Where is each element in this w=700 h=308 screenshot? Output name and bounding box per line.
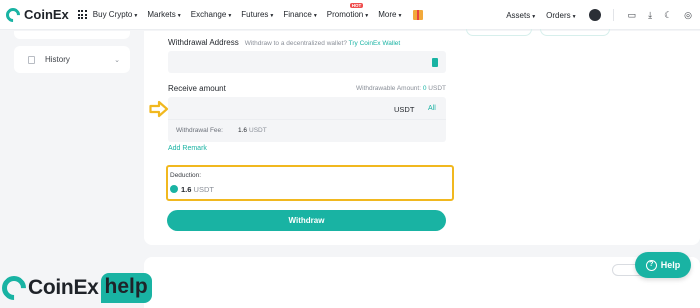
document-icon	[28, 55, 35, 64]
currency-label: USDT	[394, 105, 415, 114]
download-icon[interactable]: ⤓	[648, 10, 652, 21]
withdrawal-address-label: Withdrawal Address	[168, 38, 239, 47]
wallet-hint: Withdraw to a decentralized wallet? Try …	[244, 40, 401, 47]
main-menu: Buy Crypto▼ Markets▼ Exchange▼ Futures▼ …	[93, 3, 424, 20]
sidebar-top-card	[14, 31, 130, 39]
add-remark-link[interactable]: Add Remark	[168, 145, 207, 152]
menu-orders[interactable]: Orders▼	[546, 11, 576, 20]
deduction-label: Deduction:	[170, 172, 202, 179]
withdrawal-fee-value: 1.6	[238, 127, 248, 134]
help-button[interactable]: ? Help	[635, 252, 691, 278]
menu-buy-crypto[interactable]: Buy Crypto▼	[93, 10, 139, 19]
deduction-box: Deduction: 1.6 USDT	[166, 165, 454, 201]
watermark-help-tag: help	[100, 273, 152, 303]
question-icon: ?	[645, 259, 657, 271]
sidebar-item-label: History	[45, 55, 70, 64]
withdrawal-fee-label: Withdrawal Fee:	[176, 127, 223, 134]
help-button-label: Help	[660, 260, 681, 270]
lower-card	[144, 257, 700, 308]
coinex-help-watermark: CoinEx help	[0, 270, 152, 306]
withdrawal-address-row: Withdrawal Address Withdraw to a decentra…	[168, 38, 400, 47]
withdraw-button[interactable]: Withdraw	[167, 210, 446, 231]
menu-assets[interactable]: Assets▼	[506, 11, 536, 20]
hot-badge: HOT	[349, 3, 364, 8]
brand-name: CoinEx	[24, 7, 69, 22]
menu-finance[interactable]: Finance▼	[283, 10, 317, 19]
grid-icon[interactable]	[77, 10, 87, 19]
receive-amount-box: USDT All Withdrawal Fee: 1.6 USDT	[168, 97, 446, 142]
coinex-logo-icon	[0, 271, 31, 305]
nav-right: Assets▼ Orders▼ ▭ ⤓ ☾ ◎	[506, 0, 692, 30]
menu-markets[interactable]: Markets▼	[147, 10, 181, 19]
nav-divider	[612, 9, 614, 21]
divider	[168, 119, 446, 120]
all-button[interactable]: All	[428, 105, 436, 112]
menu-more[interactable]: More▼	[378, 10, 402, 19]
top-action-button-2[interactable]	[540, 29, 610, 36]
coinex-logo[interactable]: CoinEx	[3, 4, 69, 25]
deduction-amount: 1.6 USDT	[170, 185, 214, 194]
withdrawal-fee-unit: USDT	[249, 127, 267, 134]
try-wallet-link[interactable]: Try CoinEx Wallet	[349, 40, 401, 47]
withdrawable-amount: Withdrawable Amount: 0 USDT	[356, 85, 446, 92]
menu-exchange[interactable]: Exchange▼	[191, 10, 233, 19]
receive-amount-label: Receive amount	[168, 84, 226, 93]
wallet-icon[interactable]	[432, 58, 438, 67]
avatar[interactable]	[588, 9, 601, 21]
globe-icon[interactable]: ◎	[684, 10, 692, 21]
watermark-brand: CoinEx	[28, 276, 99, 299]
arrow-right-icon	[149, 100, 169, 118]
menu-promotion[interactable]: Promotion▼ HOT	[327, 3, 369, 19]
menu-futures[interactable]: Futures▼	[241, 10, 274, 19]
message-icon[interactable]: ▭	[628, 10, 637, 21]
gift-icon[interactable]	[413, 9, 424, 20]
sidebar-item-history[interactable]: History ⌄	[14, 46, 130, 73]
top-action-button-1[interactable]	[466, 29, 532, 36]
top-navbar: CoinEx Buy Crypto▼ Markets▼ Exchange▼ Fu…	[0, 0, 700, 30]
chevron-down-icon: ⌄	[114, 56, 120, 64]
coinex-logo-icon	[3, 4, 23, 25]
usdt-coin-icon	[170, 185, 178, 193]
moon-icon[interactable]: ☾	[664, 10, 672, 21]
withdrawal-address-input[interactable]	[168, 51, 446, 73]
